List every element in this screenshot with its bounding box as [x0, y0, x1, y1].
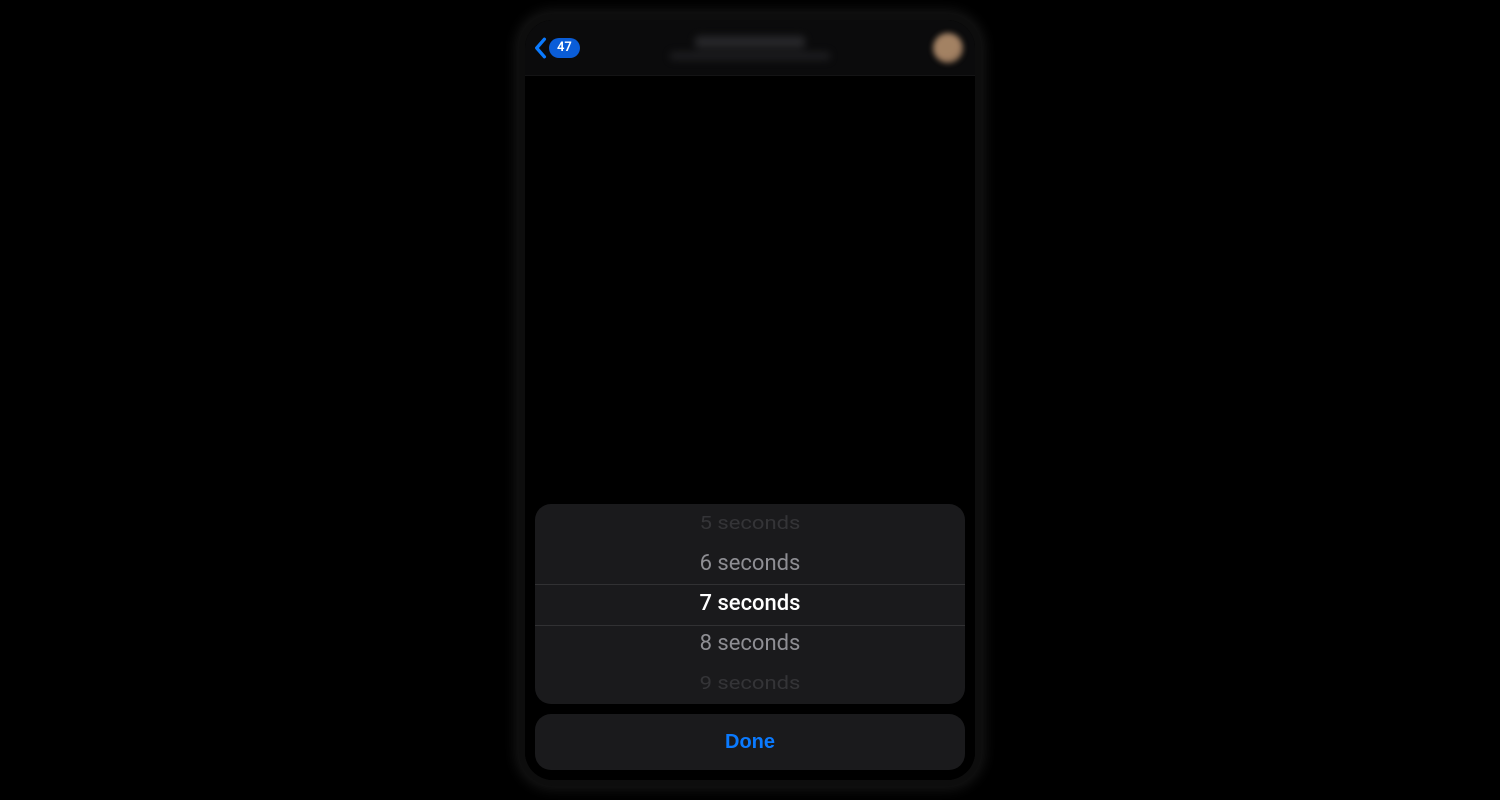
picker-panel: 5 seconds 6 seconds 7 seconds 8 seconds … [535, 504, 965, 704]
stage: 47 5 seconds 6 seconds 7 second [0, 0, 1500, 800]
action-sheet: 5 seconds 6 seconds 7 seconds 8 seconds … [535, 504, 965, 770]
picker-option[interactable]: 5 seconds [535, 507, 965, 541]
picker-option-selected[interactable]: 7 seconds [535, 584, 965, 624]
picker-option[interactable]: 6 seconds [535, 544, 965, 584]
device-frame: 47 5 seconds 6 seconds 7 second [525, 20, 975, 780]
avatar[interactable] [933, 33, 963, 63]
done-panel: Done [535, 714, 965, 770]
picker-option[interactable]: 8 seconds [535, 624, 965, 664]
duration-picker[interactable]: 5 seconds 6 seconds 7 seconds 8 seconds … [535, 504, 965, 704]
chevron-left-icon [533, 37, 547, 59]
navbar-subtitle-blur [670, 52, 830, 60]
navbar-title-blur [695, 36, 805, 48]
back-button[interactable]: 47 [533, 37, 580, 59]
picker-option[interactable]: 9 seconds [535, 667, 965, 701]
screen: 47 5 seconds 6 seconds 7 second [525, 20, 975, 780]
back-badge: 47 [549, 38, 580, 58]
done-button[interactable]: Done [535, 714, 965, 770]
navbar: 47 [525, 20, 975, 76]
navbar-title-area [670, 36, 830, 60]
picker-list: 5 seconds 6 seconds 7 seconds 8 seconds … [535, 504, 965, 704]
